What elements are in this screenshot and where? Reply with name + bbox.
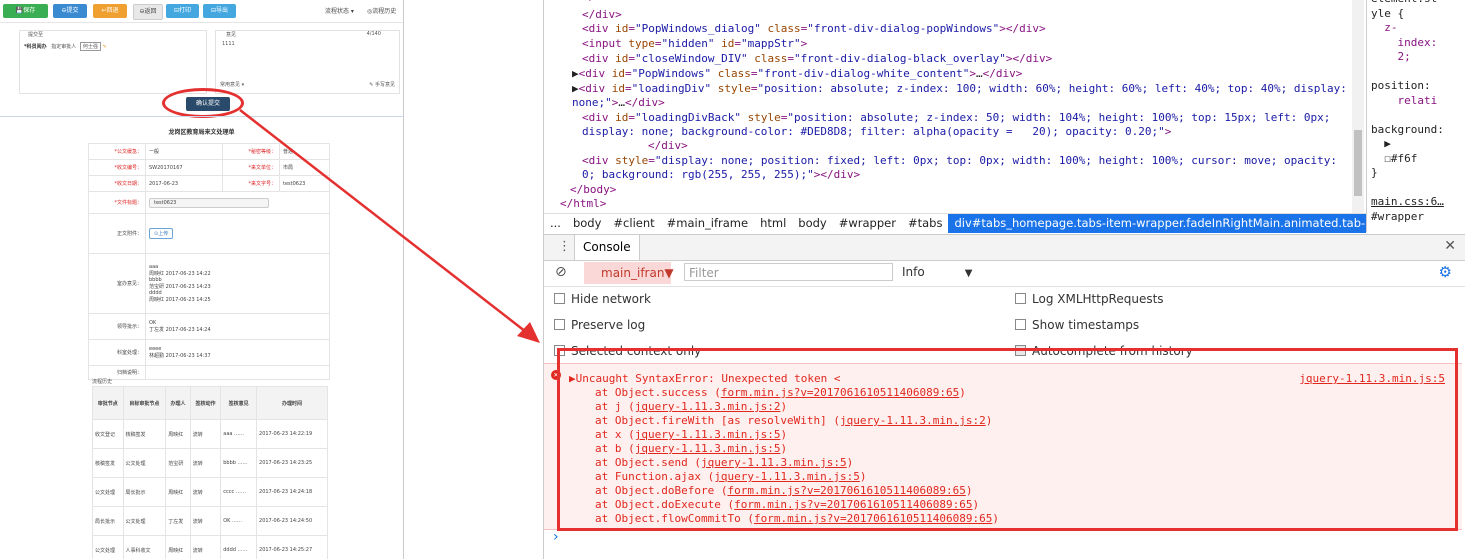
console-option-checkbox[interactable]: Preserve log bbox=[554, 318, 645, 332]
drawer-menu-icon[interactable]: ⋮ bbox=[558, 239, 571, 254]
option-label: Hide network bbox=[571, 292, 651, 306]
context-selector[interactable]: main_ifran▼ bbox=[584, 262, 674, 284]
style-line: } bbox=[1371, 166, 1378, 179]
console-option-checkbox[interactable]: Hide network bbox=[554, 292, 651, 306]
style-line: #wrapper bbox=[1371, 209, 1424, 223]
console-filter-bar: ⊘ main_ifran▼ Filter Info ▼ ⚙ bbox=[544, 260, 1465, 287]
breadcrumb-item[interactable]: body bbox=[792, 214, 832, 233]
style-line: main.css:6… bbox=[1371, 195, 1444, 208]
elements-scrollbar[interactable] bbox=[1352, 0, 1364, 213]
option-label: Log XMLHttpRequests bbox=[1032, 292, 1164, 306]
breadcrumb-item[interactable]: ... bbox=[544, 214, 567, 233]
breadcrumb-item[interactable]: #main_iframe bbox=[661, 214, 754, 233]
style-line: ▶ bbox=[1371, 137, 1391, 150]
settings-gear-icon[interactable]: ⚙ bbox=[1439, 263, 1452, 281]
breadcrumb: ... body #client #main_iframe html body #wrapp… bbox=[544, 213, 1366, 233]
breadcrumb-item[interactable]: body bbox=[567, 214, 607, 233]
highlight-box bbox=[557, 348, 1458, 531]
style-line: z- bbox=[1371, 21, 1398, 34]
style-line: background: bbox=[1371, 122, 1444, 136]
drawer-header: ⋮ Console ✕ bbox=[544, 234, 1465, 261]
console-prompt[interactable]: › bbox=[553, 529, 559, 545]
option-label: Preserve log bbox=[571, 318, 646, 332]
style-line: ☐#f6f bbox=[1371, 151, 1418, 165]
close-icon[interactable]: ✕ bbox=[1444, 238, 1456, 254]
console-option-checkbox[interactable]: Log XMLHttpRequests bbox=[1015, 292, 1164, 306]
style-line: position: bbox=[1371, 79, 1431, 92]
breadcrumb-item[interactable]: #tabs bbox=[902, 214, 948, 233]
clear-console-icon[interactable]: ⊘ bbox=[555, 264, 567, 280]
breadcrumb-item[interactable]: #client bbox=[607, 214, 660, 233]
breadcrumb-item[interactable]: div#tabs_homepage.tabs-item-wrapper.fade… bbox=[948, 214, 1366, 233]
style-line: index: bbox=[1371, 35, 1438, 49]
breadcrumb-item[interactable]: #wrapper bbox=[833, 214, 902, 233]
elements-tree[interactable]: </iframe> </div> <div id="PopWindows_dia… bbox=[544, 0, 1366, 213]
style-line: yle { bbox=[1371, 6, 1405, 20]
breadcrumb-item[interactable]: html bbox=[754, 214, 792, 233]
console-option-checkbox[interactable]: Show timestamps bbox=[1015, 318, 1139, 332]
filter-input[interactable]: Filter bbox=[684, 263, 893, 281]
tab-console[interactable]: Console bbox=[574, 235, 640, 260]
style-line: relati bbox=[1371, 93, 1438, 107]
option-label: Show timestamps bbox=[1032, 318, 1140, 332]
style-line: 2; bbox=[1371, 50, 1411, 63]
styles-pane[interactable]: element.style { z- index: 2;position: re… bbox=[1366, 0, 1465, 232]
level-dropdown[interactable]: Info ▼ bbox=[902, 265, 972, 279]
